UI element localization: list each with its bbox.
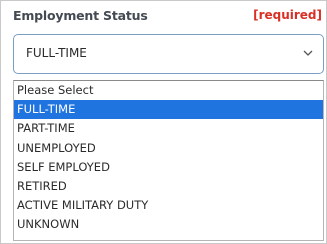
dropdown-option-unemployed[interactable]: UNEMPLOYED [14, 139, 323, 158]
dropdown-option-self-employed[interactable]: SELF EMPLOYED [14, 158, 323, 177]
dropdown-option-full-time[interactable]: FULL-TIME [14, 100, 323, 120]
dropdown-option-unknown[interactable]: UNKNOWN [14, 215, 323, 234]
dropdown-option-active-military-duty[interactable]: ACTIVE MILITARY DUTY [14, 196, 323, 215]
employment-status-field: Employment Status [required] FULL-TIME P… [0, 0, 327, 244]
field-label: Employment Status [13, 8, 148, 23]
required-indicator: [required] [253, 8, 322, 22]
select-current-value: FULL-TIME [26, 46, 87, 60]
dropdown-option-please-select[interactable]: Please Select [14, 81, 323, 100]
chevron-down-icon [303, 50, 313, 56]
dropdown-option-retired[interactable]: RETIRED [14, 177, 323, 196]
dropdown-list: Please Select FULL-TIME PART-TIME UNEMPL… [13, 80, 324, 241]
employment-status-select[interactable]: FULL-TIME [13, 34, 324, 74]
dropdown-option-part-time[interactable]: PART-TIME [14, 119, 323, 138]
field-header: Employment Status [required] [13, 6, 322, 26]
